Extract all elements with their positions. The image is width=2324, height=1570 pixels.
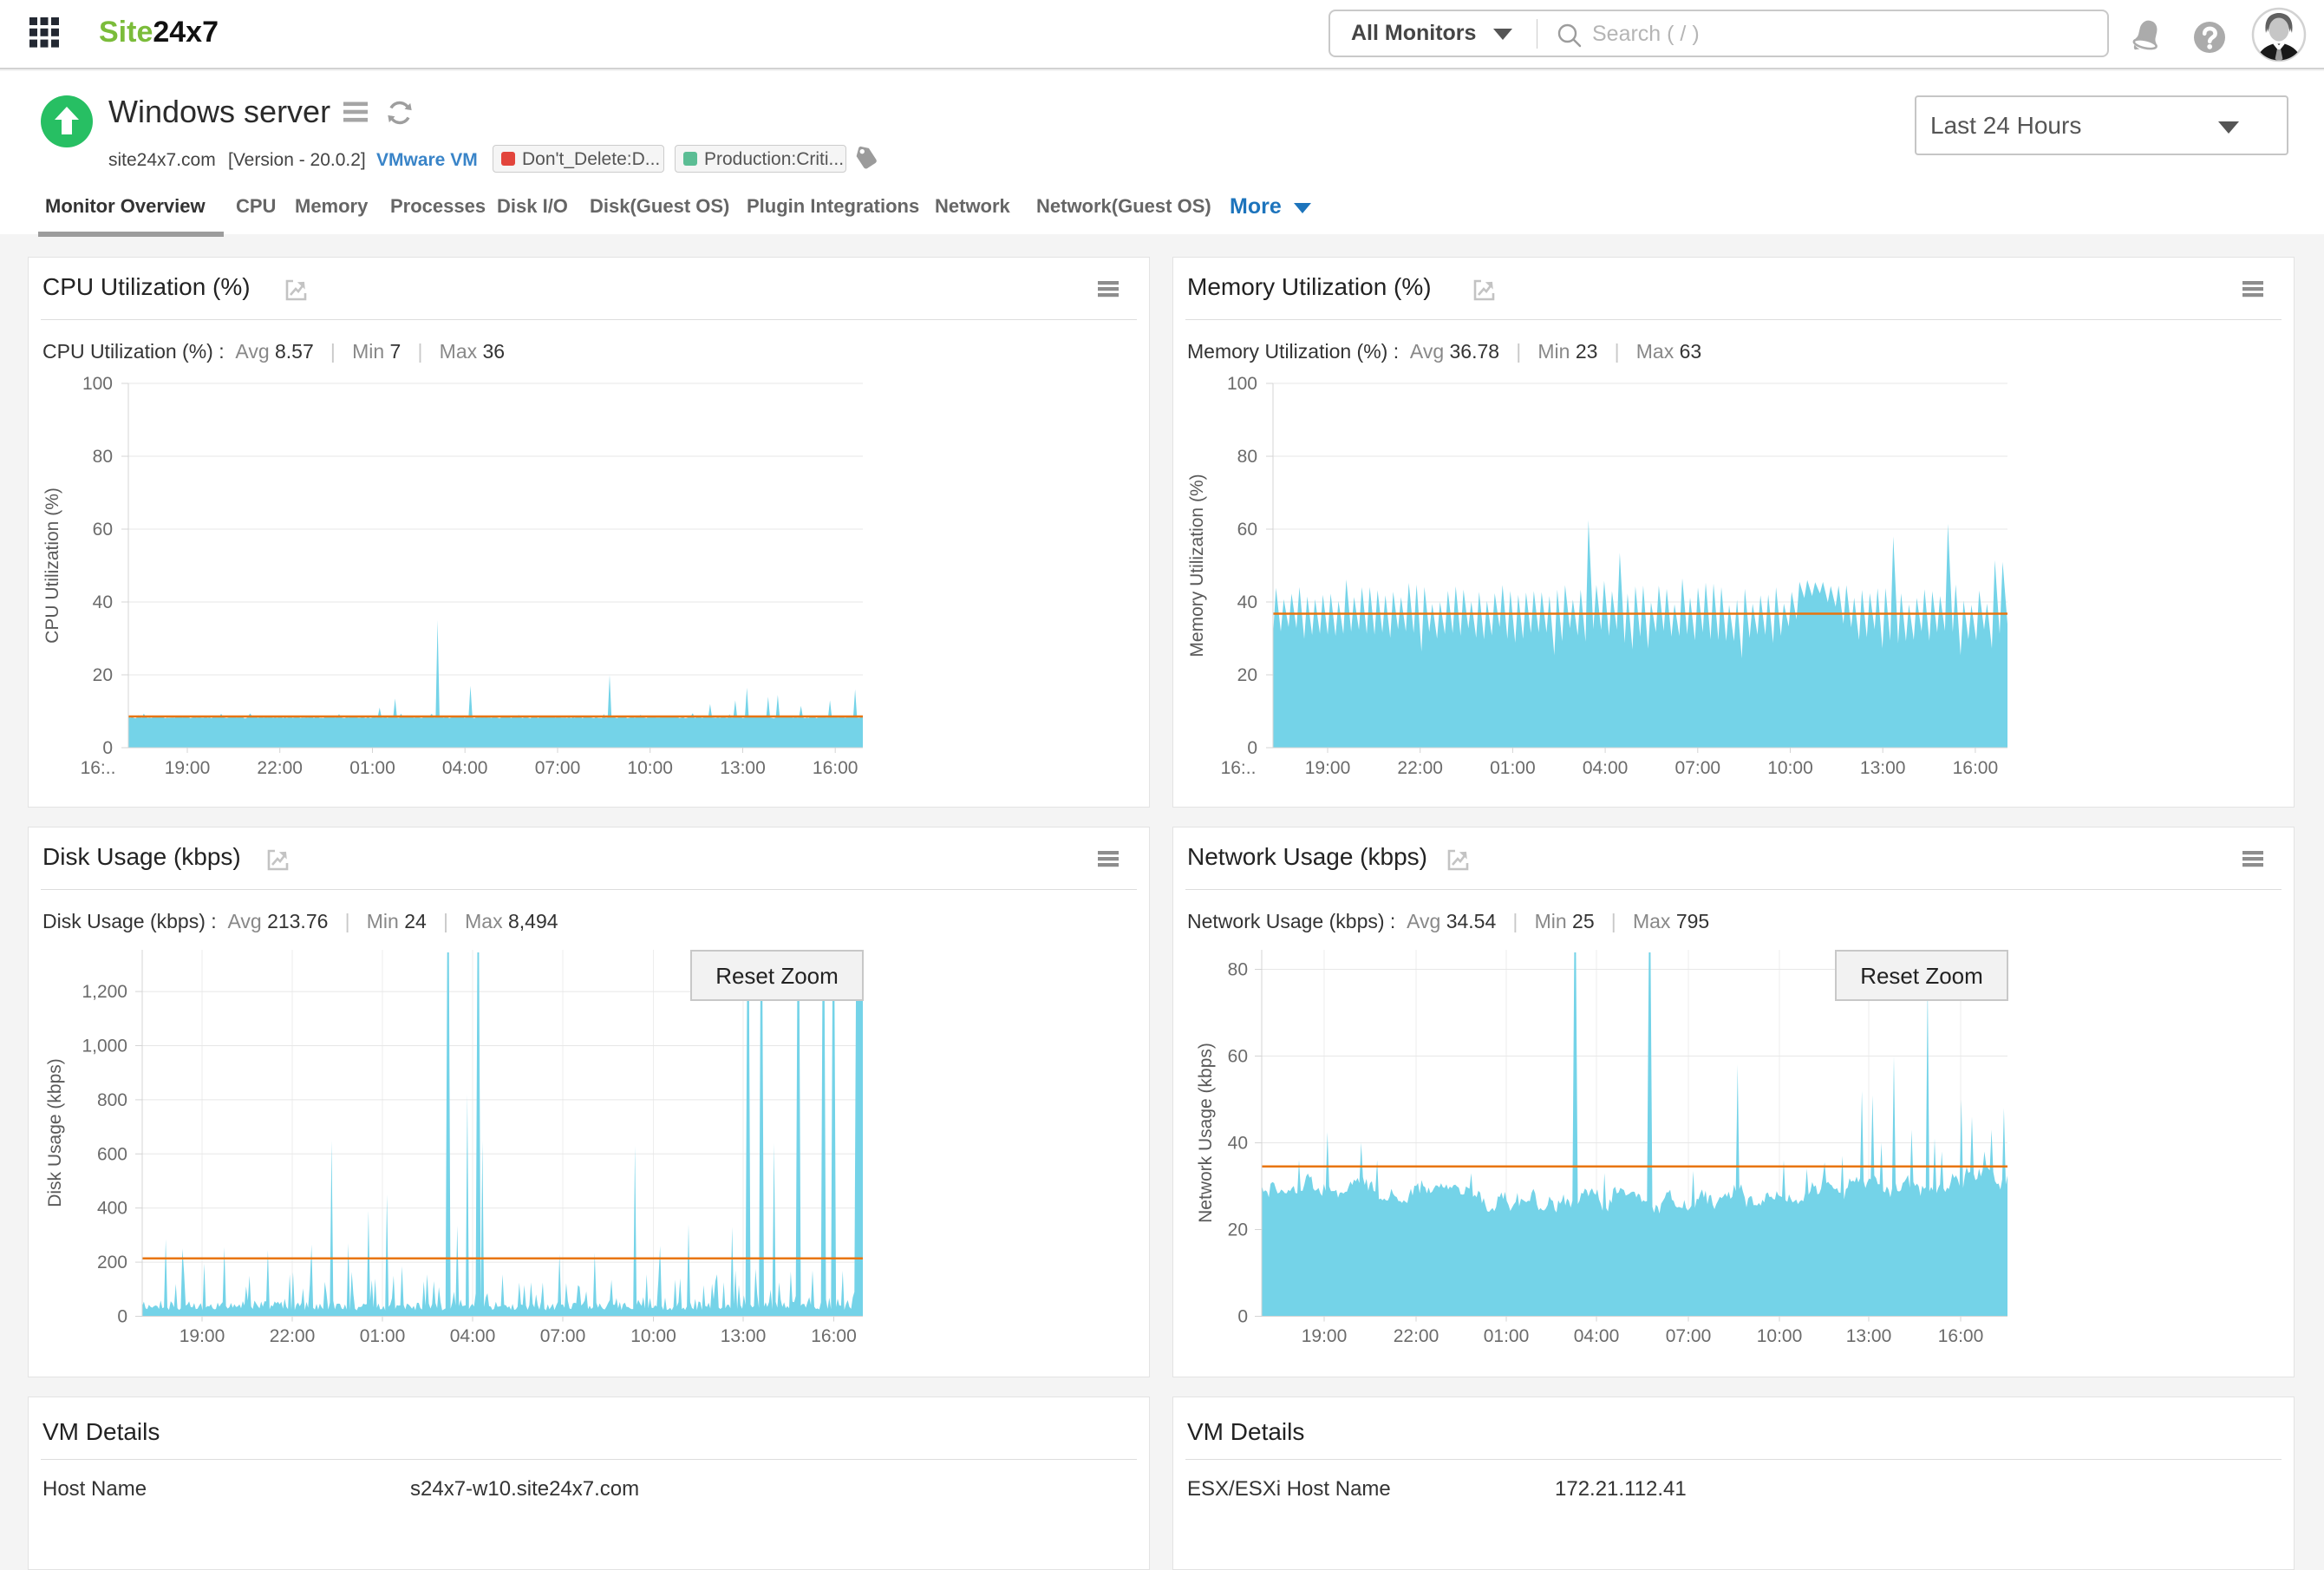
svg-text:Disk Usage (kbps): Disk Usage (kbps): [45, 1058, 65, 1207]
svg-text:22:00: 22:00: [1394, 1326, 1439, 1346]
svg-text:0: 0: [1237, 1307, 1248, 1327]
svg-text:19:00: 19:00: [180, 1326, 225, 1346]
svg-text:01:00: 01:00: [360, 1326, 406, 1346]
svg-text:800: 800: [97, 1090, 127, 1110]
svg-text:40: 40: [1237, 592, 1257, 612]
svg-text:Reset Zoom: Reset Zoom: [715, 963, 839, 989]
svg-text:16:00: 16:00: [1953, 758, 1999, 778]
svg-text:22:00: 22:00: [270, 1326, 316, 1346]
svg-text:10:00: 10:00: [627, 758, 673, 778]
svg-text:600: 600: [97, 1144, 127, 1164]
svg-text:200: 200: [97, 1253, 127, 1272]
svg-text:60: 60: [93, 520, 113, 540]
svg-text:60: 60: [1237, 520, 1257, 540]
svg-text:22:00: 22:00: [257, 758, 303, 778]
svg-text:400: 400: [97, 1199, 127, 1219]
svg-text:04:00: 04:00: [1574, 1326, 1620, 1346]
svg-text:Network Usage (kbps): Network Usage (kbps): [1196, 1043, 1216, 1223]
svg-text:16:..: 16:..: [81, 758, 116, 778]
svg-text:40: 40: [1228, 1134, 1248, 1154]
svg-text:40: 40: [93, 592, 113, 612]
svg-text:01:00: 01:00: [1484, 1326, 1530, 1346]
svg-text:20: 20: [93, 665, 113, 685]
svg-text:22:00: 22:00: [1397, 758, 1443, 778]
svg-text:10:00: 10:00: [1757, 1326, 1803, 1346]
svg-text:16:..: 16:..: [1221, 758, 1257, 778]
svg-text:07:00: 07:00: [1675, 758, 1721, 778]
svg-text:80: 80: [93, 447, 113, 467]
svg-text:20: 20: [1228, 1220, 1248, 1240]
svg-text:07:00: 07:00: [540, 1326, 586, 1346]
svg-text:13:00: 13:00: [1846, 1326, 1892, 1346]
svg-text:100: 100: [82, 374, 113, 394]
svg-text:04:00: 04:00: [442, 758, 488, 778]
svg-text:19:00: 19:00: [1302, 1326, 1348, 1346]
svg-text:13:00: 13:00: [720, 758, 766, 778]
svg-text:07:00: 07:00: [1666, 1326, 1712, 1346]
svg-text:0: 0: [102, 738, 113, 758]
svg-text:0: 0: [1247, 738, 1257, 758]
svg-text:13:00: 13:00: [721, 1326, 767, 1346]
svg-text:10:00: 10:00: [630, 1326, 676, 1346]
svg-text:16:00: 16:00: [1938, 1326, 1984, 1346]
svg-text:100: 100: [1227, 374, 1257, 394]
svg-text:01:00: 01:00: [349, 758, 395, 778]
svg-text:Reset Zoom: Reset Zoom: [1860, 963, 1983, 989]
svg-text:16:00: 16:00: [811, 1326, 857, 1346]
svg-text:04:00: 04:00: [1583, 758, 1629, 778]
svg-text:13:00: 13:00: [1860, 758, 1906, 778]
svg-text:80: 80: [1237, 447, 1257, 467]
svg-text:16:00: 16:00: [813, 758, 858, 778]
svg-text:60: 60: [1228, 1047, 1248, 1067]
svg-text:04:00: 04:00: [450, 1326, 496, 1346]
svg-text:19:00: 19:00: [1305, 758, 1351, 778]
svg-text:19:00: 19:00: [165, 758, 211, 778]
svg-text:80: 80: [1228, 960, 1248, 980]
svg-text:20: 20: [1237, 665, 1257, 685]
svg-text:10:00: 10:00: [1767, 758, 1813, 778]
svg-text:01:00: 01:00: [1490, 758, 1536, 778]
svg-text:CPU Utilization (%): CPU Utilization (%): [42, 487, 62, 644]
svg-text:1,000: 1,000: [82, 1037, 127, 1056]
svg-text:Memory Utilization (%): Memory Utilization (%): [1187, 474, 1207, 657]
svg-text:0: 0: [117, 1307, 127, 1327]
svg-text:07:00: 07:00: [535, 758, 581, 778]
svg-text:1,200: 1,200: [82, 982, 127, 1002]
